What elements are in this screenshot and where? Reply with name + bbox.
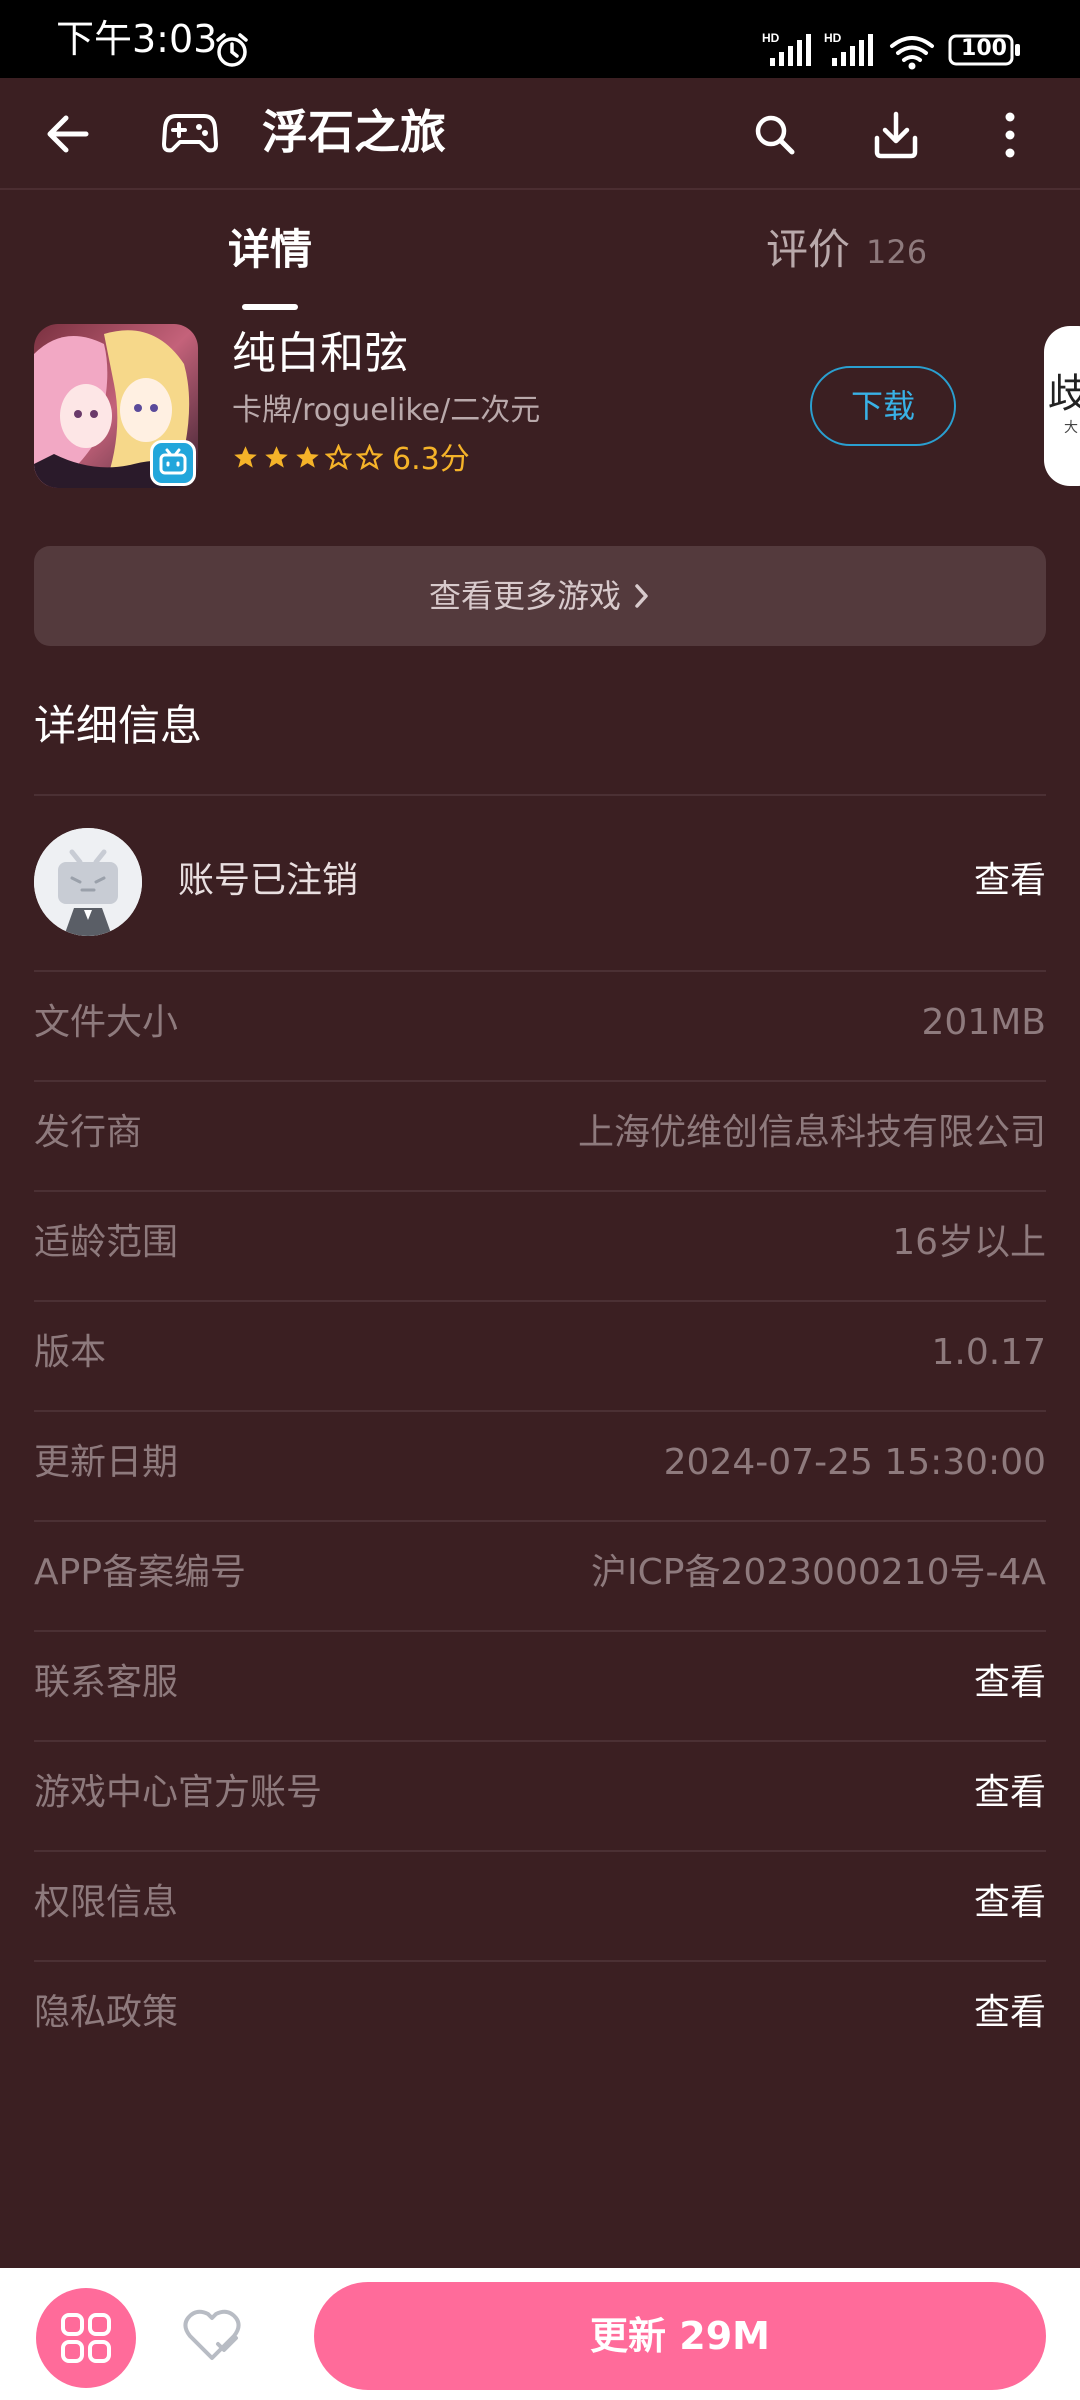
search-icon[interactable]: [752, 112, 798, 158]
row-value-icp: 沪ICP备2023000210号-4A: [590, 1552, 1046, 1593]
game-name[interactable]: 纯白和弦: [232, 326, 408, 382]
update-button[interactable]: 更新 29M: [314, 2282, 1046, 2390]
row-value-version: 1.0.17: [931, 1332, 1046, 1373]
divider: [34, 1080, 1046, 1082]
download-icon[interactable]: [872, 110, 920, 160]
row-label-version: 版本: [34, 1332, 107, 1373]
divider: [34, 1410, 1046, 1412]
reviews-count: 126: [866, 233, 928, 271]
chevron-right-icon: [635, 584, 648, 608]
grid-icon: [61, 2313, 111, 2363]
row-label-privacy-policy: 隐私政策: [34, 1992, 179, 2033]
divider: [34, 1850, 1046, 1852]
back-arrow-icon[interactable]: [42, 108, 94, 160]
status-time: 下午3:03: [56, 17, 218, 61]
row-label-file-size: 文件大小: [34, 1002, 179, 1043]
divider: [34, 1630, 1046, 1632]
more-vertical-icon[interactable]: [1002, 110, 1018, 160]
row-label-official-account: 游戏中心官方账号: [34, 1772, 323, 1813]
rating-score: 6.3分: [392, 442, 470, 477]
star-empty-icon: [356, 444, 383, 471]
divider: [34, 1300, 1046, 1302]
row-value-file-size: 201MB: [921, 1002, 1046, 1043]
divider: [34, 970, 1046, 972]
gamepad-icon: [162, 114, 218, 153]
divider: [34, 1960, 1046, 1962]
row-label-publisher: 发行商: [34, 1112, 143, 1153]
permissions-view-link[interactable]: 查看: [974, 1880, 1046, 1926]
next-card-title: 歧: [1048, 371, 1080, 417]
star-filled-icon: [296, 446, 319, 468]
battery-icon: 100: [948, 34, 1022, 66]
signal-icon-2: HD: [824, 31, 873, 66]
row-value-update-date: 2024-07-25 15:30:00: [663, 1442, 1046, 1483]
divider: [34, 1740, 1046, 1742]
bottom-bar: 更新 29M: [0, 2268, 1080, 2400]
game-center-button[interactable]: [36, 2288, 136, 2388]
privacy-policy-view-link[interactable]: 查看: [974, 1990, 1046, 2036]
wifi-icon: [890, 36, 934, 70]
row-value-age-rating: 16岁以上: [892, 1222, 1046, 1263]
page-title: 浮石之旅: [262, 105, 446, 159]
divider: [34, 794, 1046, 796]
row-label-age-rating: 适龄范围: [34, 1222, 179, 1263]
favorite-heart-icon[interactable]: [182, 2308, 242, 2362]
row-label-customer-service: 联系客服: [34, 1662, 179, 1703]
download-button[interactable]: 下载: [810, 366, 956, 446]
star-filled-icon: [265, 446, 288, 468]
alarm-icon: [216, 33, 248, 67]
star-empty-icon: [325, 444, 352, 471]
svg-text:HD: HD: [762, 31, 780, 45]
row-label-permissions: 权限信息: [34, 1882, 179, 1923]
divider: [34, 1190, 1046, 1192]
row-label-update-date: 更新日期: [34, 1442, 179, 1483]
app-bar-divider: [0, 188, 1080, 190]
customer-service-view-link[interactable]: 查看: [974, 1660, 1046, 1706]
more-games-button[interactable]: 查看更多游戏: [34, 546, 1046, 646]
row-value-publisher: 上海优维创信息科技有限公司: [577, 1112, 1046, 1153]
tab-indicator: [242, 304, 298, 310]
row-label-icp: APP备案编号: [34, 1552, 247, 1593]
signal-icon: HD: [762, 31, 811, 66]
status-bar: 下午3:03 HD HD 100: [0, 0, 1080, 78]
developer-view-link[interactable]: 查看: [974, 858, 1046, 904]
star-filled-icon: [234, 446, 257, 468]
game-tags: 卡牌/roguelike/二次元: [232, 393, 541, 428]
tab-reviews[interactable]: 评价: [766, 224, 850, 276]
divider: [34, 1520, 1046, 1522]
section-title: 详细信息: [34, 701, 203, 750]
tab-details[interactable]: 详情: [228, 224, 312, 276]
avatar[interactable]: [34, 828, 142, 936]
bilibili-badge-icon: [150, 440, 196, 486]
rating-stars: [232, 444, 383, 471]
more-games-label: 查看更多游戏: [428, 577, 621, 615]
developer-name[interactable]: 账号已注销: [178, 858, 358, 904]
battery-level: 100: [961, 36, 1007, 61]
official-account-view-link[interactable]: 查看: [974, 1770, 1046, 1816]
svg-text:HD: HD: [824, 31, 842, 45]
next-card-subtitle: 大: [1064, 420, 1078, 436]
app-bar: 浮石之旅: [0, 78, 1080, 188]
next-game-card[interactable]: 歧 大: [1044, 326, 1080, 486]
